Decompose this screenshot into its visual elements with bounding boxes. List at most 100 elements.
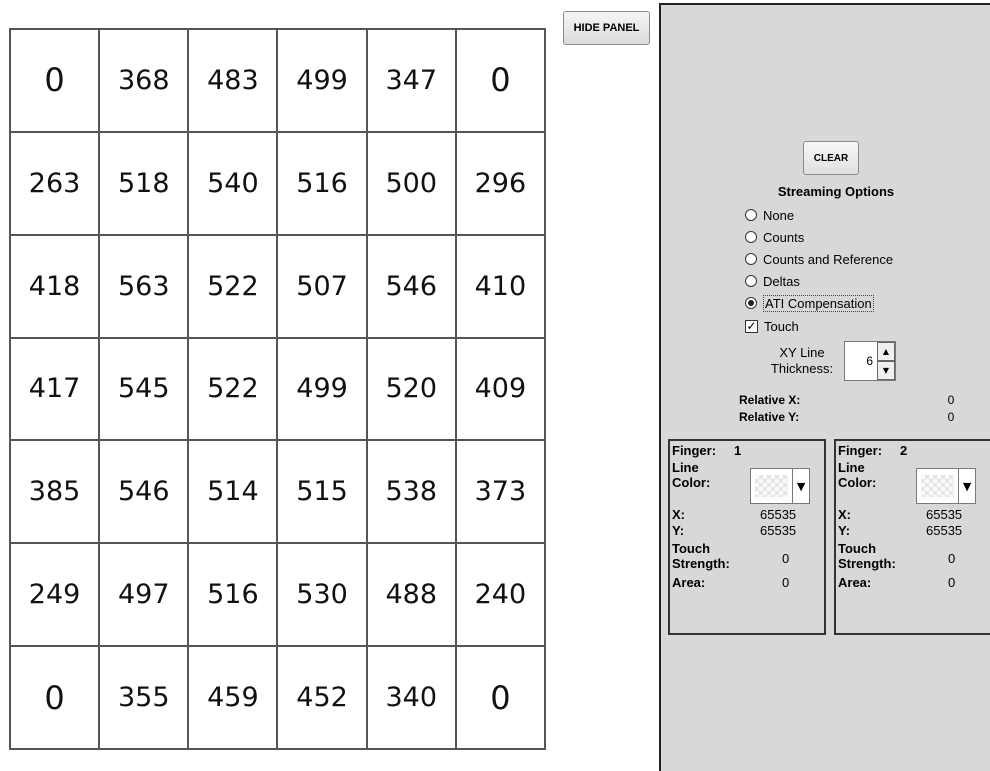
hide-panel-button[interactable]: HIDE PANEL — [563, 11, 650, 45]
finger-number: 2 — [900, 443, 908, 458]
chevron-down-icon[interactable]: ▼ — [792, 469, 809, 503]
grid-cell: 0 — [10, 646, 100, 749]
radio-button-selected[interactable] — [745, 297, 757, 309]
y-value: 65535 — [760, 523, 797, 538]
area-label: Area: — [838, 575, 872, 590]
relative-x-value: 0 — [947, 393, 955, 407]
radio-counts[interactable]: Counts — [745, 227, 804, 247]
data-grid: 0 368 483 499 347 0 263 518 540 516 500 296 418 563 52… — [9, 28, 546, 750]
spin-buttons: ▲ ▼ — [877, 342, 895, 380]
radio-label: Deltas — [763, 273, 800, 289]
grid-cell: 263 — [10, 131, 100, 235]
grid-cell: 0 — [455, 29, 545, 132]
chevron-down-icon[interactable]: ▼ — [958, 469, 975, 503]
radio-deltas[interactable]: Deltas — [745, 271, 800, 291]
grid-cell: 459 — [188, 646, 278, 749]
grid-cell: 522 — [188, 337, 278, 441]
xy-line-thickness-value[interactable]: 6 — [845, 342, 877, 380]
grid-cell: 410 — [455, 234, 545, 338]
touch-label: Touch — [764, 318, 799, 334]
touch-strength-label: Touch Strength: — [672, 541, 730, 571]
y-value: 65535 — [926, 523, 963, 538]
finger-number: 1 — [734, 443, 742, 458]
grid-cell: 540 — [188, 131, 278, 235]
grid-cell: 530 — [277, 543, 367, 647]
radio-dot — [748, 300, 754, 306]
grid-cell: 240 — [455, 543, 545, 647]
grid-cell: 538 — [366, 440, 456, 544]
arrow-up-icon[interactable]: ▲ — [877, 342, 895, 361]
grid-cell: 488 — [366, 543, 456, 647]
radio-ati-compensation[interactable]: ATI Compensation — [745, 293, 874, 313]
grid-cell: 355 — [99, 646, 189, 749]
grid-cell: 0 — [10, 29, 100, 132]
line-color-dropdown[interactable]: ▼ — [916, 468, 976, 504]
finger-label: Finger: — [838, 443, 883, 458]
touch-strength-value: 0 — [948, 551, 956, 566]
grid-cell: 497 — [99, 543, 189, 647]
x-label: X: — [838, 507, 851, 522]
radio-button[interactable] — [745, 275, 757, 287]
grid-cell: 516 — [277, 131, 367, 235]
radio-label: ATI Compensation — [763, 294, 874, 312]
grid-cell: 409 — [455, 337, 545, 441]
xy-line-thickness-stepper[interactable]: 6 ▲ ▼ — [844, 341, 896, 381]
finger-label: Finger: — [672, 443, 717, 458]
relative-x-label: Relative X: — [739, 393, 801, 407]
grid-cell: 249 — [10, 543, 100, 647]
color-swatch — [755, 475, 789, 497]
radio-button[interactable] — [745, 231, 757, 243]
radio-counts-and-reference[interactable]: Counts and Reference — [745, 249, 893, 269]
grid-cell: 546 — [366, 234, 456, 338]
line-color-label: Line Color: — [838, 460, 877, 490]
grid-cell: 296 — [455, 131, 545, 235]
y-label: Y: — [672, 523, 685, 538]
touch-checkbox-row[interactable]: ✓ Touch — [745, 316, 799, 336]
grid-cell: 507 — [277, 234, 367, 338]
grid-cell: 368 — [99, 29, 189, 132]
radio-label: Counts and Reference — [763, 251, 894, 267]
grid-cell: 515 — [277, 440, 367, 544]
area-value: 0 — [782, 575, 790, 590]
line-color-label: Line Color: — [672, 460, 711, 490]
grid-cell: 347 — [366, 29, 456, 132]
grid-cell: 520 — [366, 337, 456, 441]
radio-label: None — [763, 207, 795, 223]
touch-strength-label: Touch Strength: — [838, 541, 896, 571]
grid-cell: 0 — [455, 646, 545, 749]
radio-button[interactable] — [745, 209, 757, 221]
grid-cell: 514 — [188, 440, 278, 544]
grid-cell: 340 — [366, 646, 456, 749]
x-value: 65535 — [760, 507, 797, 522]
radio-label: Counts — [763, 229, 805, 245]
clear-button[interactable]: CLEAR — [803, 141, 859, 175]
grid-cell: 516 — [188, 543, 278, 647]
relative-y-label: Relative Y: — [739, 410, 800, 424]
area-label: Area: — [672, 575, 706, 590]
color-swatch — [921, 475, 955, 497]
x-label: X: — [672, 507, 685, 522]
grid-cell: 483 — [188, 29, 278, 132]
grid-cell: 385 — [10, 440, 100, 544]
grid-cell: 452 — [277, 646, 367, 749]
grid-cell: 417 — [10, 337, 100, 441]
area-value: 0 — [948, 575, 956, 590]
y-label: Y: — [838, 523, 851, 538]
line-color-dropdown[interactable]: ▼ — [750, 468, 810, 504]
touch-strength-value: 0 — [782, 551, 790, 566]
grid-cell: 545 — [99, 337, 189, 441]
arrow-down-icon[interactable]: ▼ — [877, 361, 895, 380]
checkmark-icon[interactable]: ✓ — [745, 319, 758, 333]
grid-cell: 499 — [277, 29, 367, 132]
grid-cell: 500 — [366, 131, 456, 235]
side-panel: CLEAR Streaming Options None Counts Coun… — [659, 3, 990, 771]
grid-cell: 546 — [99, 440, 189, 544]
finger-panel-2: Finger: 2 Line Color: ▼ X: 65535 Y: 6553… — [834, 439, 990, 635]
finger-panel-1: Finger: 1 Line Color: ▼ X: 65535 Y: 6553… — [668, 439, 826, 635]
radio-button[interactable] — [745, 253, 757, 265]
grid-cell: 522 — [188, 234, 278, 338]
grid-cell: 518 — [99, 131, 189, 235]
radio-none[interactable]: None — [745, 205, 794, 225]
grid-cell: 418 — [10, 234, 100, 338]
grid-cell: 373 — [455, 440, 545, 544]
